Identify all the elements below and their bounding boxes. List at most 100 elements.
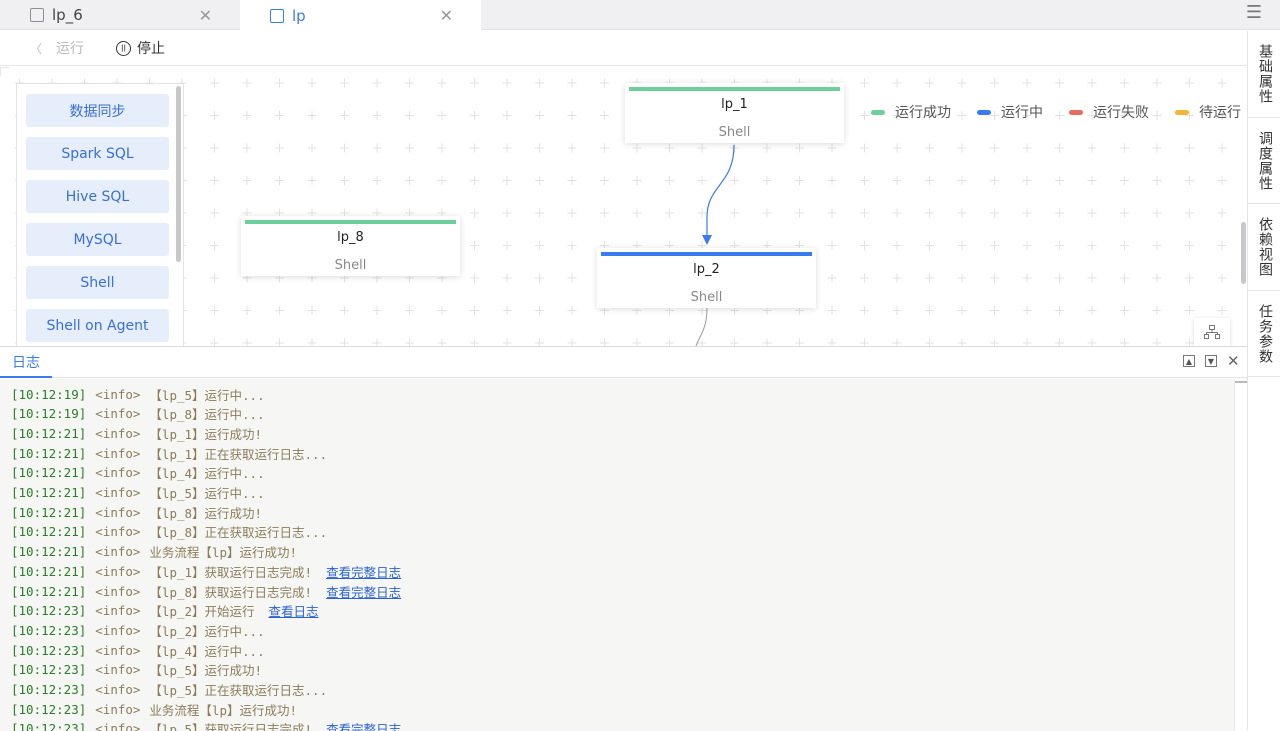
log-message: 【lp_5】获取运行日志完成!	[149, 722, 313, 731]
log-timestamp: [10:12:21]	[11, 445, 87, 461]
log-link[interactable]: 查看完整日志	[326, 562, 401, 581]
log-panel: 日志 ▲ ▼ ✕ [10:12:19] <info> 【lp_5】运行中... [10…	[0, 346, 1247, 731]
log-line: [10:12:19] <info> 【lp_8】运行中...	[11, 404, 265, 424]
log-timestamp: [10:12:23]	[11, 682, 87, 697]
legend-item-failed: 运行失败	[1069, 102, 1149, 122]
log-timestamp: [10:12:23]	[11, 622, 87, 638]
log-level: <info>	[95, 406, 141, 422]
list-menu-icon[interactable]: ☰	[1246, 2, 1262, 23]
log-timestamp: [10:12:21]	[11, 504, 87, 520]
palette-item-shell-on-agent[interactable]: Shell on Agent	[26, 309, 169, 342]
tab-lp-6[interactable]: lp_6 ✕	[0, 0, 240, 30]
stop-label: 停止	[137, 41, 166, 57]
log-line: [10:12:21] <info> 【lp_8】运行成功!	[11, 502, 262, 522]
log-timestamp: [10:12:21]	[11, 544, 87, 560]
log-line: [10:12:21] <info> 【lp_4】运行中...	[11, 463, 265, 483]
tab-log[interactable]: 日志	[0, 347, 52, 378]
log-message: 【lp_5】运行中...	[149, 387, 265, 403]
legend-swatch	[977, 109, 991, 115]
log-line: [10:12:21] <info> 【lp_1】获取运行日志完成! 查看完整日志	[11, 561, 401, 581]
log-message: 【lp_4】运行中...	[149, 643, 265, 659]
log-line: [10:12:23] <info> 业务流程【lp】运行成功!	[11, 699, 297, 719]
pause-icon: ||	[116, 40, 132, 56]
close-icon[interactable]: ✕	[440, 6, 453, 25]
log-level: <info>	[95, 642, 141, 658]
log-line: [10:12:21] <info> 【lp_1】运行成功!	[11, 423, 262, 443]
log-message: 业务流程【lp】运行成功!	[149, 545, 297, 561]
log-timestamp: [10:12:19]	[11, 386, 87, 402]
sidebar-tab-label: 依赖视图	[1257, 217, 1273, 277]
node-palette: 数据同步 Spark SQL Hive SQL MySQL Shell Shel…	[16, 83, 184, 346]
palette-scrollbar[interactable]	[176, 86, 181, 262]
palette-item-hive-sql[interactable]: Hive SQL	[26, 180, 169, 213]
palette-item-mysql[interactable]: MySQL	[26, 223, 169, 256]
log-scrollbar[interactable]	[1234, 379, 1247, 731]
log-message: 【lp_1】获取运行日志完成!	[149, 564, 313, 580]
tab-label: lp	[292, 6, 306, 25]
run-button[interactable]: 〈 运行	[30, 38, 84, 58]
log-line: [10:12:19] <info> 【lp_5】运行中...	[11, 384, 265, 404]
log-message: 【lp_1】正在获取运行日志...	[149, 446, 328, 462]
log-message: 【lp_4】运行中...	[149, 466, 265, 482]
right-sidebar: 基础属性 调度属性 依赖视图 任务参数	[1247, 31, 1280, 730]
log-level: <info>	[95, 485, 141, 500]
log-level: <info>	[95, 465, 141, 481]
log-timestamp: [10:12:23]	[11, 642, 87, 658]
sidebar-tab-label: 调度属性	[1257, 130, 1273, 191]
legend-label: 待运行	[1199, 105, 1241, 121]
legend-label: 运行中	[1001, 105, 1043, 121]
sidebar-tab-schedule-properties[interactable]: 调度属性	[1248, 118, 1280, 204]
status-legend: 运行成功 运行中 运行失败 待运行	[871, 102, 1241, 122]
legend-swatch	[871, 109, 885, 115]
legend-swatch	[1069, 109, 1083, 115]
log-link[interactable]: 查看完整日志	[326, 582, 401, 601]
log-message: 【lp_2】运行中...	[149, 623, 265, 639]
log-level: <info>	[95, 445, 141, 461]
log-line: [10:12:23] <info> 【lp_2】开始运行 查看日志	[11, 601, 319, 621]
minimize-icon[interactable]: ▼	[1205, 355, 1217, 367]
workflow-node-lp-8[interactable]: lp_8 Shell	[241, 216, 460, 276]
close-icon[interactable]: ✕	[199, 6, 212, 25]
workflow-node-lp-1[interactable]: lp_1 Shell	[625, 83, 844, 143]
palette-item-data-sync[interactable]: 数据同步	[26, 94, 169, 127]
log-content[interactable]: [10:12:19] <info> 【lp_5】运行中... [10:12:19] <i…	[0, 379, 1234, 731]
node-type: Shell	[718, 125, 751, 140]
sidebar-tab-label: 基础属性	[1257, 44, 1273, 104]
log-line: [10:12:23] <info> 【lp_5】运行成功!	[11, 660, 262, 680]
sidebar-tab-basic-properties[interactable]: 基础属性	[1248, 31, 1280, 118]
log-level: <info>	[95, 425, 141, 441]
maximize-icon[interactable]: ▲	[1183, 355, 1195, 367]
close-icon[interactable]: ✕	[1227, 352, 1240, 370]
log-link[interactable]: 查看日志	[269, 601, 319, 620]
tab-lp[interactable]: lp ✕	[240, 0, 481, 31]
status-bar-running	[601, 252, 812, 256]
toolbar: 〈 运行 || 停止	[0, 31, 1248, 66]
log-timestamp: [10:12:21]	[11, 563, 87, 579]
log-line: [10:12:23] <info> 【lp_4】运行中...	[11, 640, 265, 660]
log-line: [10:12:21] <info> 【lp_5】运行中...	[11, 483, 265, 503]
legend-label: 运行成功	[895, 105, 951, 121]
canvas-scrollbar[interactable]	[1241, 222, 1246, 284]
log-level: <info>	[95, 563, 141, 579]
layout-tree-button[interactable]	[1194, 318, 1230, 346]
sidebar-tab-task-params[interactable]: 任务参数	[1248, 291, 1280, 377]
log-line: [10:12:23] <info> 【lp_5】获取运行日志完成! 查看完整日志	[11, 719, 401, 731]
legend-swatch	[1175, 109, 1189, 115]
log-level: <info>	[95, 504, 141, 520]
log-timestamp: [10:12:19]	[11, 406, 87, 422]
sidebar-tab-dependency-view[interactable]: 依赖视图	[1248, 204, 1280, 291]
log-level: <info>	[95, 622, 141, 638]
log-level: <info>	[95, 701, 141, 717]
stop-button[interactable]: || 停止	[116, 38, 165, 58]
log-header: 日志 ▲ ▼ ✕	[0, 347, 1247, 378]
legend-item-pending: 待运行	[1175, 102, 1241, 122]
log-message: 【lp_8】运行成功!	[149, 505, 263, 521]
status-bar-success	[629, 87, 840, 91]
node-name: lp_8	[337, 230, 364, 245]
log-link[interactable]: 查看完整日志	[326, 719, 401, 731]
log-line: [10:12:23] <info> 【lp_2】运行中...	[11, 620, 265, 640]
log-message: 【lp_5】运行成功!	[149, 663, 263, 679]
palette-item-shell[interactable]: Shell	[26, 266, 169, 299]
workflow-node-lp-2[interactable]: lp_2 Shell	[597, 248, 816, 308]
palette-item-spark-sql[interactable]: Spark SQL	[26, 137, 169, 170]
